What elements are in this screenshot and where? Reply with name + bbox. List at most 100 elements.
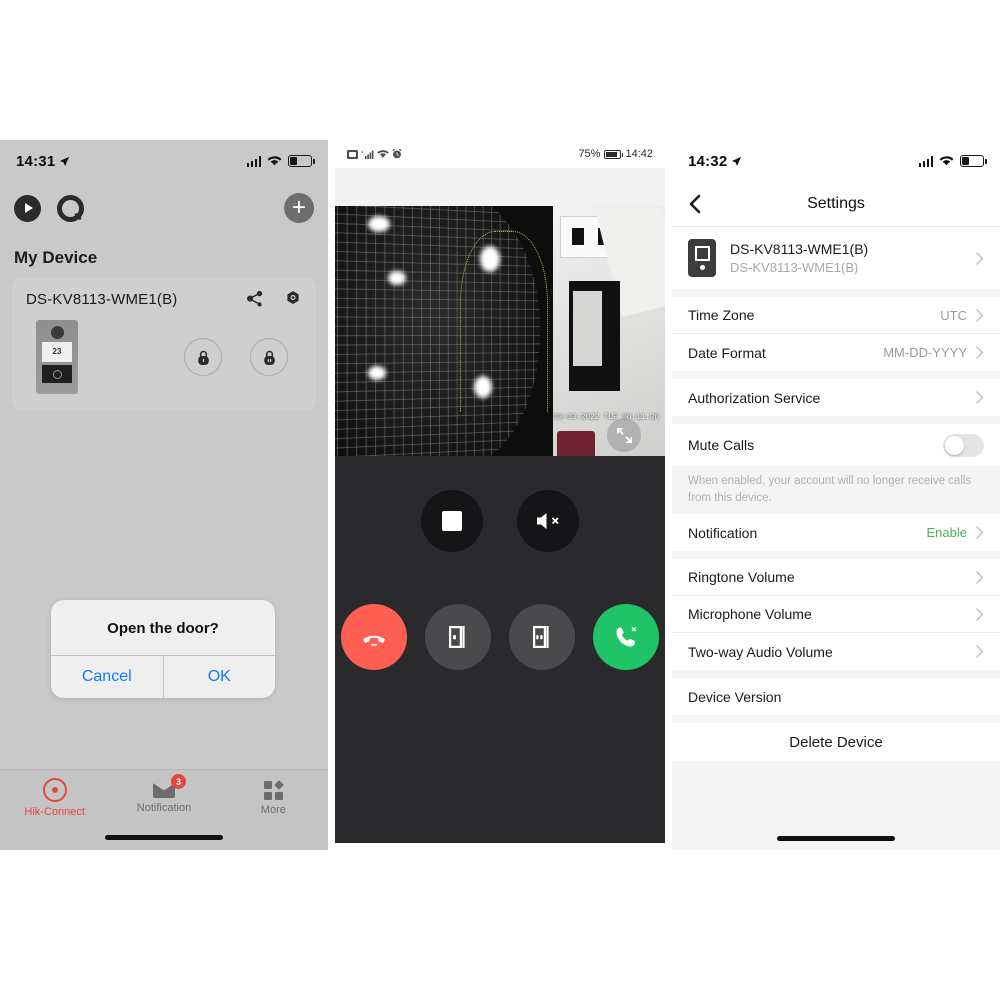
chevron-right-icon bbox=[976, 346, 984, 359]
settings-row-two-way-audio-volume[interactable]: Two-way Audio Volume bbox=[672, 633, 1000, 671]
settings-group-device-version: Device Version bbox=[672, 678, 1000, 716]
expand-arrows-icon bbox=[616, 427, 632, 443]
unlock-door-1-button[interactable] bbox=[425, 604, 491, 670]
battery-low-icon bbox=[288, 155, 315, 167]
hik-connect-icon bbox=[42, 778, 67, 802]
fullscreen-expand-icon[interactable] bbox=[607, 418, 641, 452]
status-time-group: 14:31 bbox=[16, 153, 70, 170]
search-icon[interactable] bbox=[57, 194, 84, 222]
mute-speaker-button[interactable] bbox=[517, 490, 579, 552]
battery-percent-label: 75% bbox=[578, 148, 601, 160]
wifi-icon bbox=[377, 150, 389, 158]
settings-row-notification[interactable]: Notification Enable bbox=[672, 514, 1000, 552]
status-right-group: 75% 14:42 bbox=[578, 148, 653, 160]
door-open-icon bbox=[449, 626, 465, 648]
status-time-group: 14:32 bbox=[688, 153, 742, 170]
chevron-right-icon bbox=[976, 526, 984, 540]
status-left-icons: 4 bbox=[347, 149, 402, 159]
live-video-feed[interactable]: 03-03-2022 TUE 00:11:36 bbox=[335, 206, 665, 456]
video-light-1 bbox=[368, 216, 390, 232]
share-icon[interactable] bbox=[246, 290, 264, 308]
settings-row-device-version[interactable]: Device Version bbox=[672, 678, 1000, 716]
back-chevron-icon[interactable] bbox=[688, 194, 702, 214]
mute-calls-hint: When enabled, your account will no longe… bbox=[672, 466, 1000, 515]
video-grey-box bbox=[573, 291, 603, 366]
settings-row-mute-calls[interactable]: Mute Calls bbox=[672, 424, 1000, 466]
stop-recording-button[interactable] bbox=[421, 490, 483, 552]
cellular-signal-icon bbox=[918, 155, 933, 167]
video-string-lights bbox=[460, 231, 549, 412]
add-device-button[interactable]: + bbox=[284, 193, 314, 223]
dialog-box: Open the door? Cancel OK bbox=[51, 600, 275, 698]
page-title: Settings bbox=[807, 195, 865, 212]
lock-icon bbox=[263, 350, 275, 365]
battery-low-icon bbox=[960, 155, 987, 167]
gear-icon[interactable] bbox=[284, 290, 302, 308]
mute-calls-toggle[interactable] bbox=[943, 433, 984, 457]
dialog-buttons: Cancel OK bbox=[51, 655, 275, 698]
doorbell-device-icon bbox=[688, 239, 716, 277]
delete-device-button[interactable]: Delete Device bbox=[672, 723, 1000, 762]
unlock-door-1-button[interactable] bbox=[184, 338, 222, 376]
top-toolbar: + bbox=[0, 182, 328, 234]
doorbell-name-plate: 23 bbox=[42, 342, 72, 362]
row-value-group: MM-DD-YYYY bbox=[883, 345, 984, 360]
device-header-row[interactable]: DS-KV8113-WME1(B) DS-KV8113-WME1(B) bbox=[672, 227, 1000, 289]
device-name: DS-KV8113-WME1(B) bbox=[26, 290, 178, 308]
cellular-signal-icon: 4 bbox=[361, 149, 374, 159]
settings-row-authorization-service[interactable]: Authorization Service bbox=[672, 379, 1000, 416]
device-name: DS-KV8113-WME1(B) bbox=[730, 241, 869, 257]
phone-2-active-call: 4 75% 14:42 03-03-2022 TUE 00:11:36 bbox=[335, 140, 665, 843]
settings-row-time-zone[interactable]: Time Zone UTC bbox=[672, 297, 1000, 334]
row-label: Two-way Audio Volume bbox=[688, 643, 833, 660]
status-bar: 14:31 bbox=[0, 140, 328, 182]
answer-call-button[interactable] bbox=[593, 604, 659, 670]
ok-button[interactable]: OK bbox=[164, 656, 276, 698]
section-title-my-device: My Device bbox=[14, 248, 98, 267]
row-value: Enable bbox=[926, 525, 967, 541]
device-card-body: 23 bbox=[26, 320, 302, 394]
cancel-button[interactable]: Cancel bbox=[51, 656, 164, 698]
svg-text:4: 4 bbox=[361, 149, 364, 154]
phone-hangup-icon bbox=[363, 635, 385, 646]
chevron-right-icon bbox=[976, 608, 984, 621]
dialog-title: Open the door? bbox=[107, 620, 219, 637]
doorbell-thumbnail: 23 bbox=[36, 320, 78, 394]
status-bar: 14:32 bbox=[672, 140, 1000, 182]
live-view-play-icon[interactable] bbox=[14, 194, 41, 222]
settings-row-ringtone-volume[interactable]: Ringtone Volume bbox=[672, 559, 1000, 597]
row-label: Date Format bbox=[688, 344, 766, 361]
group-spacer bbox=[672, 289, 1000, 297]
row-value: UTC bbox=[940, 307, 967, 323]
navigation-bar: Settings bbox=[672, 182, 1000, 226]
settings-group-volumes: Ringtone Volume Microphone Volume Two-wa… bbox=[672, 559, 1000, 671]
chevron-right-icon bbox=[976, 571, 984, 584]
app-header-spacer bbox=[335, 168, 665, 206]
status-time: 14:31 bbox=[16, 152, 56, 170]
device-card[interactable]: DS-KV8113-WME1(B) 23 bbox=[12, 278, 316, 410]
unlock-door-2-button[interactable] bbox=[509, 604, 575, 670]
call-controls-panel bbox=[335, 456, 665, 843]
lock-icon bbox=[197, 350, 209, 365]
hang-up-button[interactable] bbox=[341, 604, 407, 670]
tab-hik-connect[interactable]: Hik-Connect bbox=[0, 770, 109, 826]
settings-row-microphone-volume[interactable]: Microphone Volume bbox=[672, 596, 1000, 634]
phone-answer-icon bbox=[616, 626, 637, 647]
bottom-tab-bar: Hik-Connect 3 Notification More bbox=[0, 769, 328, 850]
row-label: Mute Calls bbox=[688, 437, 755, 453]
settings-group-authorization: Authorization Service bbox=[672, 379, 1000, 416]
speaker-mute-icon bbox=[537, 513, 559, 529]
device-header-texts: DS-KV8113-WME1(B) DS-KV8113-WME1(B) bbox=[730, 241, 962, 275]
settings-row-date-format[interactable]: Date Format MM-DD-YYYY bbox=[672, 334, 1000, 371]
group-spacer bbox=[672, 551, 1000, 560]
call-controls-row-top bbox=[335, 456, 665, 552]
row-label: Ringtone Volume bbox=[688, 569, 795, 586]
tab-more[interactable]: More bbox=[219, 770, 328, 826]
tab-notification[interactable]: 3 Notification bbox=[109, 770, 218, 826]
video-timestamp: 03-03-2022 TUE 00:11:36 bbox=[553, 413, 659, 422]
wifi-icon bbox=[267, 156, 282, 166]
row-label: Time Zone bbox=[688, 307, 755, 323]
unlock-door-2-button[interactable] bbox=[250, 338, 288, 376]
alarm-clock-icon bbox=[392, 149, 402, 159]
status-indicators bbox=[246, 155, 315, 167]
